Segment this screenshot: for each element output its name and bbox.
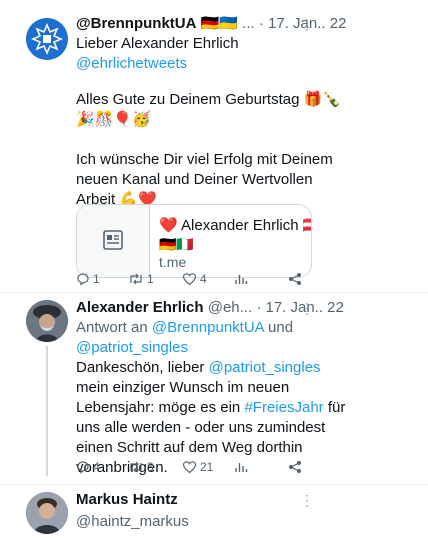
views-icon bbox=[235, 275, 248, 284]
divider bbox=[0, 484, 428, 485]
tweet-3[interactable]: Markus Haintz ⋮ @haintz_markus bbox=[0, 490, 428, 538]
display-name[interactable]: Markus Haintz bbox=[76, 491, 178, 508]
share-icon bbox=[289, 273, 301, 285]
handle[interactable]: ... bbox=[242, 15, 255, 32]
card-thumbnail bbox=[77, 205, 150, 277]
card-title-2: 🇩🇪🇮🇹 bbox=[159, 236, 194, 252]
reply-mention-2[interactable]: @patriot_singles bbox=[76, 338, 188, 358]
avatar-alexander-ehrlich[interactable] bbox=[26, 300, 68, 342]
retweet-count: 1 bbox=[147, 272, 154, 286]
avatar-photo bbox=[26, 492, 68, 534]
share-button[interactable] bbox=[288, 460, 302, 474]
avatar-markus-haintz[interactable] bbox=[26, 492, 68, 534]
tweet-2-actions: 4 3 21 bbox=[76, 460, 306, 480]
mention-link[interactable]: @ehrlichetweets bbox=[76, 54, 187, 74]
like-icon bbox=[182, 461, 197, 474]
more-icon[interactable]: ⋮ bbox=[300, 300, 314, 317]
reply-icon bbox=[77, 461, 89, 474]
article-icon bbox=[103, 230, 123, 250]
share-icon bbox=[289, 461, 301, 473]
like-button[interactable]: 21 bbox=[182, 460, 213, 474]
thread-line bbox=[46, 346, 48, 476]
like-icon bbox=[182, 273, 197, 286]
reply-prefix: Antwort an bbox=[76, 319, 148, 336]
like-button[interactable]: 4 bbox=[182, 272, 207, 286]
reply-mention-1[interactable]: @BrennpunktUA bbox=[152, 319, 264, 336]
avatar-photo bbox=[26, 300, 68, 342]
reply-count: 4 bbox=[93, 460, 100, 474]
flags: 🇩🇪🇺🇦 bbox=[200, 15, 238, 32]
reply-count: 1 bbox=[93, 272, 100, 286]
tweet-2[interactable]: Alexander Ehrlich @eh... · 17. Jan.. 22 … bbox=[0, 298, 428, 478]
divider bbox=[0, 292, 428, 293]
emblem-icon bbox=[26, 18, 68, 60]
body-line-4: neuen Kanal und Deiner Wertvollen bbox=[76, 171, 313, 188]
body-line-2: mein einziger Wunsch im neuen bbox=[76, 379, 290, 396]
body-line-1: Dankeschön, lieber @patriot_singles bbox=[76, 358, 321, 378]
like-count: 21 bbox=[200, 460, 214, 474]
tweet-3-header: Markus Haintz bbox=[76, 490, 178, 510]
reply-button[interactable]: 1 bbox=[76, 272, 100, 286]
body-text: für bbox=[327, 399, 346, 416]
card-domain: t.me bbox=[159, 254, 187, 270]
display-name[interactable]: @BrennpunktUA bbox=[76, 15, 196, 32]
body-text: Lebensjahr: möge es ein bbox=[76, 399, 241, 416]
retweet-button[interactable]: 3 bbox=[128, 460, 154, 474]
views-icon bbox=[235, 463, 248, 472]
more-icon[interactable]: ⋮ bbox=[300, 492, 314, 509]
display-name[interactable]: Alexander Ehrlich bbox=[76, 299, 204, 316]
views-button[interactable] bbox=[234, 460, 248, 474]
body-text: Dankeschön, lieber bbox=[76, 359, 205, 376]
reply-and: und bbox=[268, 319, 294, 336]
retweet-icon bbox=[130, 461, 142, 473]
body-line-2: 🎉🎊🎈🥳 bbox=[76, 111, 151, 128]
greeting-line: Lieber Alexander Ehrlich bbox=[76, 35, 239, 52]
retweet-icon bbox=[130, 273, 142, 285]
link-card[interactable]: ❤️ Alexander Ehrlich 🇦🇹 🇩🇪🇮🇹 t.me bbox=[76, 204, 312, 278]
body-line-3: Ich wünsche Dir viel Erfolg mit Deinem bbox=[76, 151, 333, 168]
reply-icon bbox=[77, 273, 89, 286]
retweet-count: 3 bbox=[147, 460, 154, 474]
share-button[interactable] bbox=[288, 272, 302, 286]
body-line-4: uns alle werden - oder uns zumindest bbox=[76, 419, 326, 436]
reply-button[interactable]: 4 bbox=[76, 460, 100, 474]
avatar-brennpunktua[interactable] bbox=[26, 18, 68, 60]
tweet-1[interactable]: @BrennpunktUA 🇩🇪🇺🇦 ... · 17. Jan.. 22 ⋮ … bbox=[0, 14, 428, 290]
card-title: ❤️ Alexander Ehrlich 🇦🇹 bbox=[159, 217, 312, 234]
hashtag-link[interactable]: #FreiesJahr bbox=[244, 399, 323, 416]
body-line-3: Lebensjahr: möge es ein #FreiesJahr für bbox=[76, 398, 345, 418]
body-line-1: Alles Gute zu Deinem Geburtstag 🎁🍾 bbox=[76, 91, 341, 108]
handle[interactable]: @eh... bbox=[208, 299, 252, 316]
tweet-1-actions: 1 1 4 bbox=[76, 272, 306, 292]
reply-context: Antwort an @BrennpunktUA und bbox=[76, 318, 293, 338]
more-icon[interactable]: ⋮ bbox=[300, 16, 314, 33]
views-button[interactable] bbox=[234, 272, 248, 286]
retweet-button[interactable]: 1 bbox=[128, 272, 154, 286]
handle[interactable]: @haintz_markus bbox=[76, 512, 189, 532]
like-count: 4 bbox=[200, 272, 207, 286]
body-line-5: einen Schritt auf dem Weg dorthin bbox=[76, 439, 303, 456]
mention-link[interactable]: @patriot_singles bbox=[209, 359, 321, 376]
